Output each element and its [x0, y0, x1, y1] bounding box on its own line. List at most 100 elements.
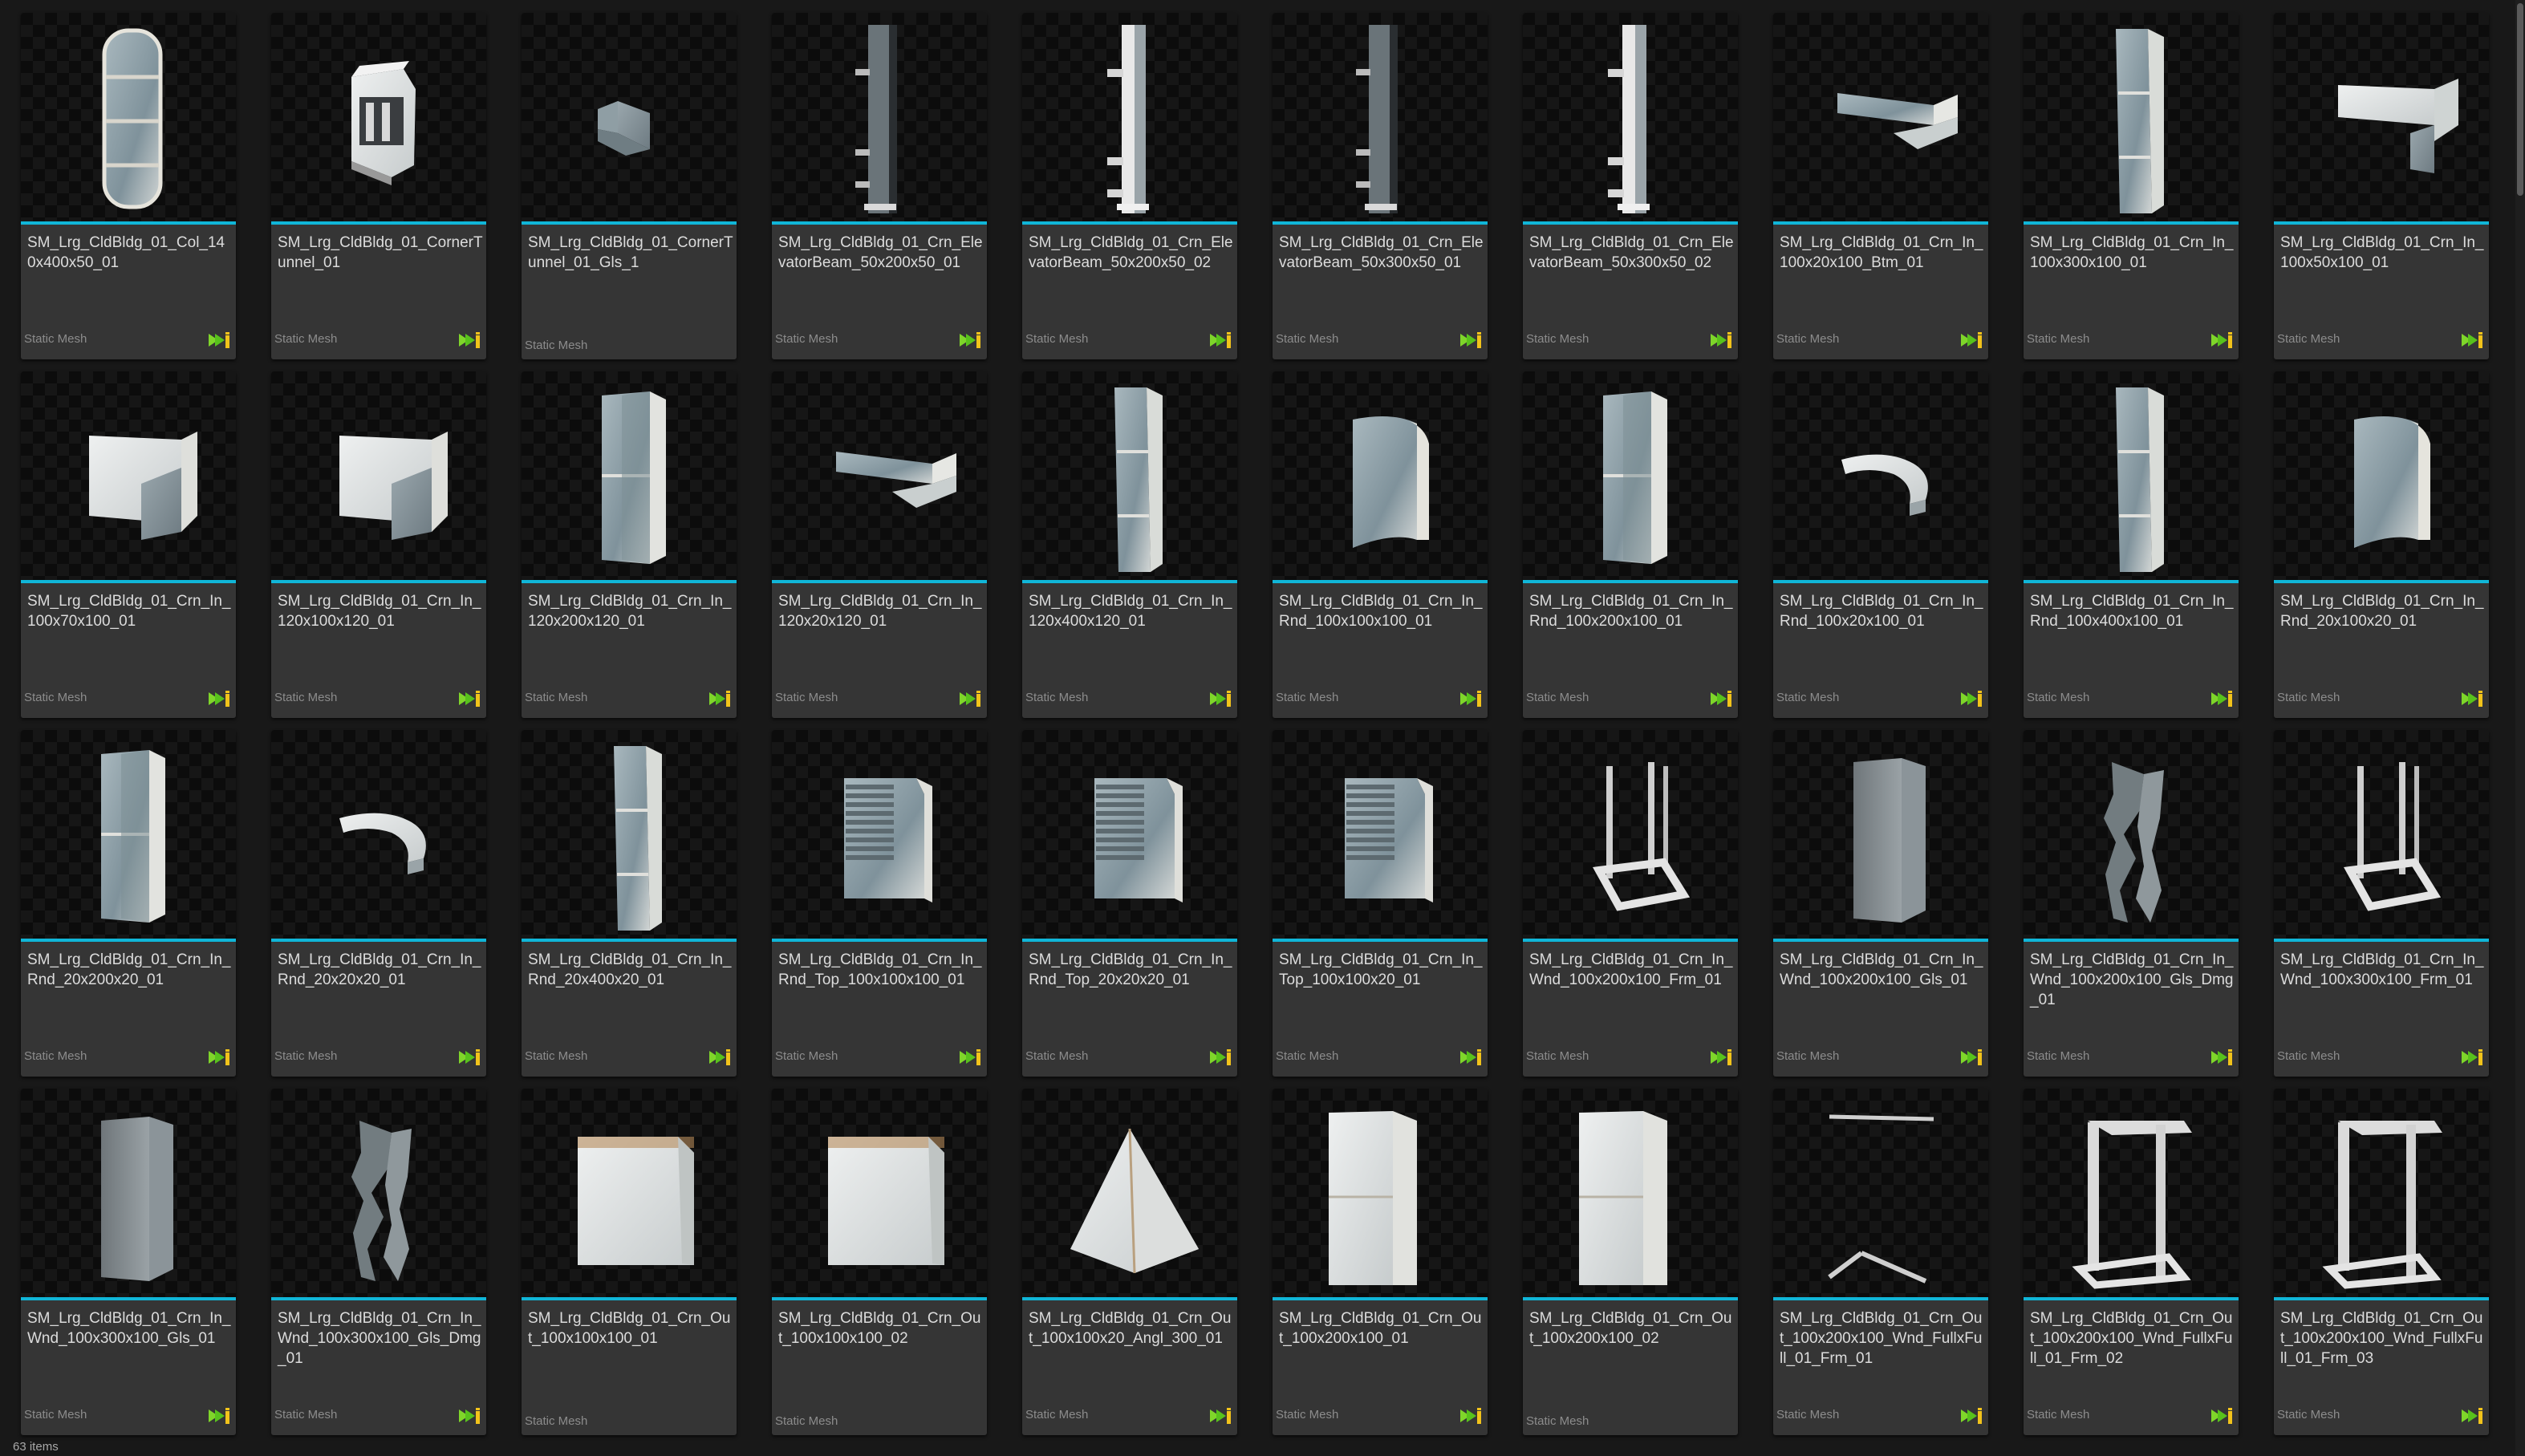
- source-control-status-icon: [207, 331, 231, 350]
- asset-thumbnail: [2274, 13, 2489, 221]
- asset-name: SM_Lrg_CldBldg_01_Crn_In_120x200x120_01: [528, 593, 732, 630]
- asset-type-label: Static Mesh: [1276, 691, 1339, 704]
- asset-type-label: Static Mesh: [775, 1049, 838, 1063]
- asset-name: SM_Lrg_CldBldg_01_Crn_In_Rnd_100x20x100_…: [1780, 593, 1983, 630]
- asset-name: SM_Lrg_CldBldg_01_CornerTunnel_01_Gls_1: [528, 234, 733, 271]
- asset-type-color-strip: [522, 580, 737, 583]
- source-control-status-icon: [708, 689, 732, 708]
- asset-tile[interactable]: SM_Lrg_CldBldg_01_Crn_In_Wnd_100x300x100…: [2274, 730, 2489, 1077]
- asset-thumbnail: [2024, 730, 2239, 939]
- asset-tile[interactable]: SM_Lrg_CldBldg_01_Crn_In_120x400x120_01 S…: [1022, 371, 1237, 718]
- asset-name: SM_Lrg_CldBldg_01_Crn_In_Rnd_100x400x100…: [2030, 593, 2234, 630]
- asset-tile[interactable]: SM_Lrg_CldBldg_01_Crn_In_Rnd_Top_100x100…: [772, 730, 987, 1077]
- asset-thumbnail: [522, 730, 737, 939]
- scrollbar[interactable]: [2515, 0, 2525, 1456]
- asset-tile[interactable]: SM_Lrg_CldBldg_01_Crn_Out_100x200x100_01…: [1273, 1089, 1488, 1435]
- asset-tile[interactable]: SM_Lrg_CldBldg_01_Crn_In_Rnd_20x100x20_0…: [2274, 371, 2489, 718]
- asset-type-color-strip: [1523, 939, 1738, 942]
- asset-tile[interactable]: SM_Lrg_CldBldg_01_Crn_In_Rnd_100x200x100…: [1523, 371, 1738, 718]
- asset-tile[interactable]: SM_Lrg_CldBldg_01_Crn_Out_100x100x100_01…: [522, 1089, 737, 1435]
- asset-tile[interactable]: SM_Lrg_CldBldg_01_Crn_In_Wnd_100x200x100…: [1773, 730, 1988, 1077]
- scrollbar-thumb[interactable]: [2517, 3, 2523, 196]
- asset-tile[interactable]: SM_Lrg_CldBldg_01_Crn_In_Wnd_100x300x100…: [21, 1089, 236, 1435]
- asset-tile[interactable]: SM_Lrg_CldBldg_01_Crn_In_100x300x100_01 S…: [2024, 13, 2239, 359]
- asset-thumbnail: [1022, 1089, 1237, 1297]
- asset-tile[interactable]: SM_Lrg_CldBldg_01_Crn_In_Rnd_20x400x20_0…: [522, 730, 737, 1077]
- asset-thumbnail: [1773, 730, 1988, 939]
- source-control-status-icon: [2210, 689, 2234, 708]
- asset-thumbnail: [1773, 371, 1988, 580]
- asset-tile[interactable]: SM_Lrg_CldBldg_01_Crn_ElevatorBeam_50x20…: [1022, 13, 1237, 359]
- asset-tile[interactable]: SM_Lrg_CldBldg_01_Crn_In_120x20x120_01 St…: [772, 371, 987, 718]
- asset-type-color-strip: [2274, 221, 2489, 225]
- asset-thumbnail: [1523, 730, 1738, 939]
- asset-tile[interactable]: SM_Lrg_CldBldg_01_Crn_In_Top_100x100x20_…: [1273, 730, 1488, 1077]
- asset-tile[interactable]: SM_Lrg_CldBldg_01_Crn_ElevatorBeam_50x30…: [1273, 13, 1488, 359]
- asset-tile[interactable]: SM_Lrg_CldBldg_01_Crn_In_Wnd_100x200x100…: [1523, 730, 1738, 1077]
- asset-tile[interactable]: SM_Lrg_CldBldg_01_Crn_ElevatorBeam_50x20…: [772, 13, 987, 359]
- asset-type-color-strip: [2024, 1297, 2239, 1300]
- asset-tile[interactable]: SM_Lrg_CldBldg_01_Crn_Out_100x200x100_02…: [1523, 1089, 1738, 1435]
- asset-tile[interactable]: SM_Lrg_CldBldg_01_Crn_In_Rnd_20x20x20_01…: [271, 730, 486, 1077]
- asset-tile[interactable]: SM_Lrg_CldBldg_01_Crn_In_Rnd_100x400x100…: [2024, 371, 2239, 718]
- asset-tile[interactable]: SM_Lrg_CldBldg_01_Crn_In_120x100x120_01 S…: [271, 371, 486, 718]
- asset-type-color-strip: [772, 221, 987, 225]
- asset-type-color-strip: [1022, 939, 1237, 942]
- asset-thumbnail: [21, 13, 236, 221]
- asset-tile[interactable]: SM_Lrg_CldBldg_01_Crn_Out_100x100x20_Ang…: [1022, 1089, 1237, 1435]
- source-control-status-icon: [2460, 1406, 2484, 1426]
- source-control-status-icon: [1459, 331, 1483, 350]
- asset-type-color-strip: [1773, 939, 1988, 942]
- asset-type-color-strip: [1773, 1297, 1988, 1300]
- asset-type-color-strip: [271, 580, 486, 583]
- asset-type-label: Static Mesh: [1276, 1049, 1339, 1063]
- asset-thumbnail: [522, 1089, 737, 1297]
- asset-thumbnail: [271, 730, 486, 939]
- asset-tile[interactable]: SM_Lrg_CldBldg_01_CornerTunnel_01_Gls_1 S…: [522, 13, 737, 359]
- asset-name: SM_Lrg_CldBldg_01_Crn_In_Rnd_Top_100x100…: [778, 951, 982, 988]
- asset-tile[interactable]: SM_Lrg_CldBldg_01_Crn_In_Wnd_100x300x100…: [271, 1089, 486, 1435]
- asset-type-color-strip: [1273, 1297, 1488, 1300]
- asset-name: SM_Lrg_CldBldg_01_Crn_ElevatorBeam_50x30…: [1529, 234, 1734, 271]
- asset-tile[interactable]: SM_Lrg_CldBldg_01_Crn_Out_100x100x100_02…: [772, 1089, 987, 1435]
- asset-tile[interactable]: SM_Lrg_CldBldg_01_Crn_Out_100x200x100_Wn…: [2024, 1089, 2239, 1435]
- asset-type-label: Static Mesh: [24, 691, 87, 704]
- asset-type-color-strip: [1273, 221, 1488, 225]
- asset-tile[interactable]: SM_Lrg_CldBldg_01_Col_140x400x50_01 Stati…: [21, 13, 236, 359]
- asset-thumbnail: [271, 371, 486, 580]
- asset-tile[interactable]: SM_Lrg_CldBldg_01_Crn_In_100x20x100_Btm_…: [1773, 13, 1988, 359]
- source-control-status-icon: [1208, 1048, 1232, 1067]
- asset-name: SM_Lrg_CldBldg_01_Crn_In_Rnd_20x400x20_0…: [528, 951, 732, 988]
- asset-tile[interactable]: SM_Lrg_CldBldg_01_Crn_ElevatorBeam_50x30…: [1523, 13, 1738, 359]
- asset-tile[interactable]: SM_Lrg_CldBldg_01_Crn_Out_100x200x100_Wn…: [1773, 1089, 1988, 1435]
- asset-name: SM_Lrg_CldBldg_01_Crn_In_100x50x100_01: [2280, 234, 2484, 271]
- asset-tile[interactable]: SM_Lrg_CldBldg_01_Crn_In_100x50x100_01 St…: [2274, 13, 2489, 359]
- asset-type-color-strip: [271, 221, 486, 225]
- asset-tile[interactable]: SM_Lrg_CldBldg_01_Crn_In_Wnd_100x200x100…: [2024, 730, 2239, 1077]
- asset-type-color-strip: [1273, 939, 1488, 942]
- asset-name: SM_Lrg_CldBldg_01_Crn_Out_100x200x100_Wn…: [2030, 1310, 2233, 1367]
- asset-type-label: Static Mesh: [24, 332, 87, 346]
- asset-type-label: Static Mesh: [775, 332, 838, 346]
- asset-name: SM_Lrg_CldBldg_01_Crn_In_Wnd_100x200x100…: [1529, 951, 1733, 988]
- asset-tile[interactable]: SM_Lrg_CldBldg_01_Crn_In_Rnd_20x200x20_0…: [21, 730, 236, 1077]
- asset-type-label: Static Mesh: [1025, 691, 1089, 704]
- source-control-status-icon: [207, 1048, 231, 1067]
- asset-type-label: Static Mesh: [1526, 691, 1589, 704]
- asset-tile[interactable]: SM_Lrg_CldBldg_01_Crn_In_100x70x100_01 St…: [21, 371, 236, 718]
- asset-thumbnail: [2274, 1089, 2489, 1297]
- asset-tile[interactable]: SM_Lrg_CldBldg_01_Crn_In_Rnd_Top_20x20x2…: [1022, 730, 1237, 1077]
- asset-thumbnail: [2274, 730, 2489, 939]
- asset-name: SM_Lrg_CldBldg_01_Crn_In_Wnd_100x200x100…: [2030, 951, 2234, 1008]
- asset-type-color-strip: [522, 221, 737, 225]
- asset-type-label: Static Mesh: [1025, 332, 1089, 346]
- asset-tile[interactable]: SM_Lrg_CldBldg_01_Crn_In_Rnd_100x20x100_…: [1773, 371, 1988, 718]
- asset-tile[interactable]: SM_Lrg_CldBldg_01_Crn_In_120x200x120_01 S…: [522, 371, 737, 718]
- asset-name: SM_Lrg_CldBldg_01_Crn_In_Rnd_20x100x20_0…: [2280, 593, 2484, 630]
- asset-name: SM_Lrg_CldBldg_01_Crn_In_100x70x100_01: [27, 593, 231, 630]
- asset-tile[interactable]: SM_Lrg_CldBldg_01_CornerTunnel_01 Static …: [271, 13, 486, 359]
- asset-tile[interactable]: SM_Lrg_CldBldg_01_Crn_In_Rnd_100x100x100…: [1273, 371, 1488, 718]
- source-control-status-icon: [2210, 331, 2234, 350]
- asset-name: SM_Lrg_CldBldg_01_Crn_ElevatorBeam_50x20…: [778, 234, 983, 271]
- asset-tile[interactable]: SM_Lrg_CldBldg_01_Crn_Out_100x200x100_Wn…: [2274, 1089, 2489, 1435]
